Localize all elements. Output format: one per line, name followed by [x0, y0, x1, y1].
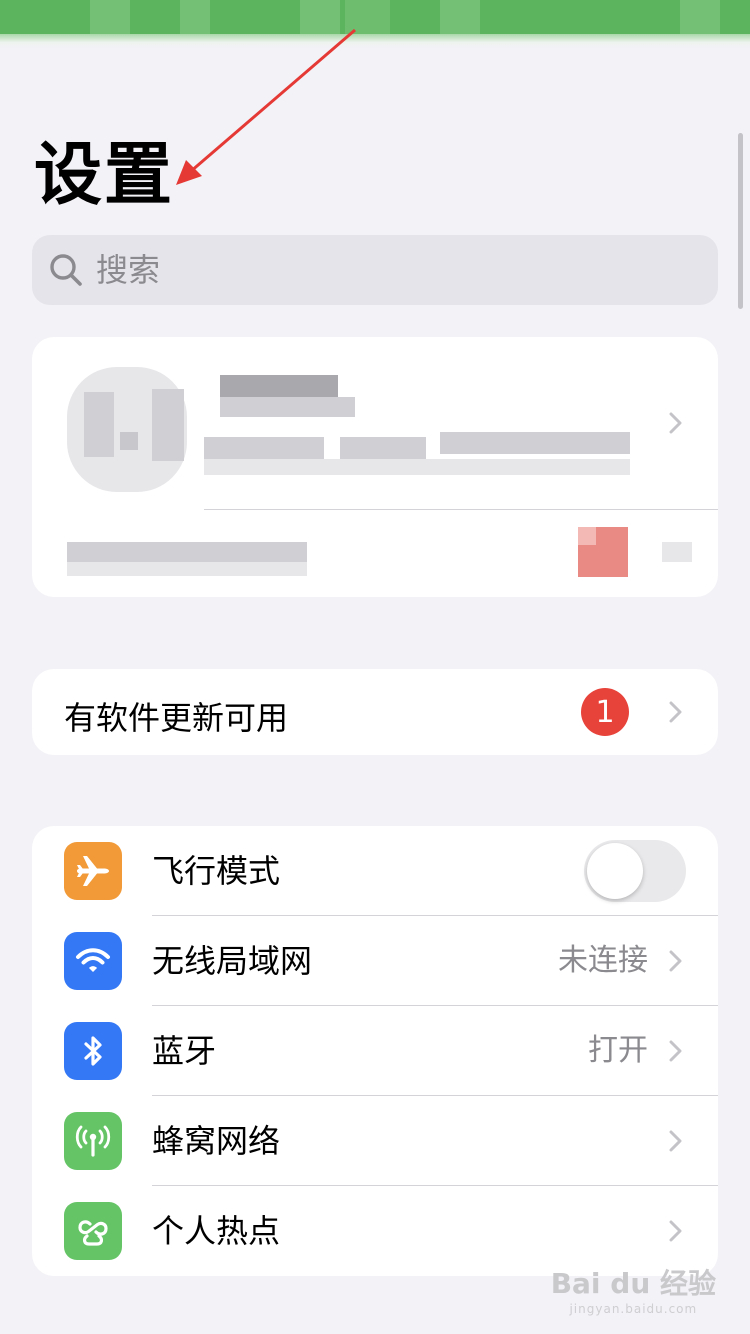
chevron-right-icon	[669, 1130, 683, 1152]
bluetooth-icon	[64, 1022, 122, 1080]
cellular-label: 蜂窝网络	[152, 1122, 281, 1160]
hotspot-icon	[64, 1202, 122, 1260]
airplane-mode-toggle[interactable]	[584, 840, 686, 902]
update-badge: 1	[581, 688, 629, 736]
scrollbar[interactable]	[738, 133, 743, 309]
network-settings-group: 飞行模式 无线局域网 未连接 蓝牙 打开 蜂窝网络 个人热点	[32, 826, 718, 1276]
chevron-right-icon	[669, 701, 683, 723]
bluetooth-label: 蓝牙	[152, 1032, 217, 1070]
wifi-icon	[64, 932, 122, 990]
wifi-status: 未连接	[558, 943, 648, 978]
wifi-label: 无线局域网	[152, 942, 313, 980]
search-input[interactable]	[94, 250, 678, 290]
airplane-mode-row: 飞行模式	[32, 826, 718, 916]
bluetooth-row[interactable]: 蓝牙 打开	[32, 1006, 718, 1096]
cellular-icon	[64, 1112, 122, 1170]
software-update-row[interactable]: 有软件更新可用 1	[32, 669, 718, 755]
page-title: 设置	[34, 136, 175, 215]
watermark: Bai du 经验 jingyan.baidu.com	[550, 1267, 716, 1316]
software-update-label: 有软件更新可用	[64, 699, 289, 737]
chevron-right-icon	[669, 1220, 683, 1242]
search-bar[interactable]	[32, 235, 718, 305]
airplane-icon	[64, 842, 122, 900]
wifi-row[interactable]: 无线局域网 未连接	[32, 916, 718, 1006]
search-icon	[50, 254, 82, 286]
apple-id-card[interactable]	[32, 337, 718, 597]
cellular-row[interactable]: 蜂窝网络	[32, 1096, 718, 1186]
chevron-right-icon	[669, 412, 683, 434]
personal-hotspot-label: 个人热点	[152, 1212, 281, 1250]
chevron-right-icon	[669, 1040, 683, 1062]
chevron-right-icon	[669, 950, 683, 972]
bluetooth-status: 打开	[588, 1033, 648, 1068]
airplane-mode-label: 飞行模式	[152, 852, 281, 890]
annotation-arrow	[176, 28, 356, 185]
